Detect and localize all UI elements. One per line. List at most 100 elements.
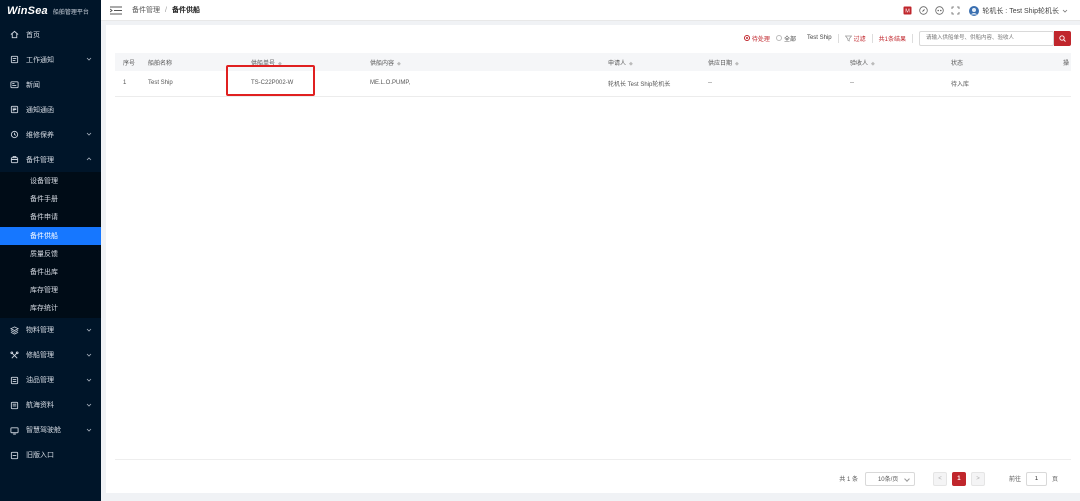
prev-page-button[interactable]: <	[932, 471, 947, 486]
sidebar-menu-lower: 物料管理 修船管理 油品管理 航海资料 智慧驾驶舱 旧版入口	[0, 318, 101, 468]
page-size-select[interactable]: 10条/页	[864, 471, 915, 486]
goto-label: 前往	[1008, 477, 1021, 483]
chevron-down-icon	[86, 402, 92, 408]
chevron-down-icon	[86, 352, 92, 358]
sidebar-subitem-application[interactable]: 备件申请	[0, 208, 101, 226]
sidebar-item-news[interactable]: 新闻	[0, 72, 101, 97]
sidebar-item-label: 首页	[26, 31, 40, 39]
column-header-status: 状态	[943, 53, 1055, 71]
column-label: 状态	[951, 60, 964, 67]
sidebar-subitem-statistics[interactable]: 库存统计	[0, 299, 101, 317]
navigation-icon	[10, 401, 19, 410]
dashboard-icon	[10, 426, 19, 435]
divider	[912, 33, 913, 43]
message-badge-icon[interactable]: M	[903, 6, 912, 15]
chevron-down-icon	[1062, 9, 1068, 13]
sidebar-item-label: 备件管理	[26, 156, 54, 164]
column-label: 供船单号	[251, 60, 276, 67]
home-icon	[10, 30, 19, 39]
network-icon[interactable]	[935, 6, 945, 15]
sort-icon[interactable]: ◆	[397, 61, 401, 67]
filter-button[interactable]: 过滤	[844, 34, 866, 43]
brand-name: WinSea	[7, 5, 48, 17]
ship-selector[interactable]: Test Ship	[807, 35, 832, 41]
chevron-down-icon	[86, 377, 92, 383]
sort-icon[interactable]: ◆	[871, 61, 875, 67]
sidebar-item-home[interactable]: 首页	[0, 22, 101, 47]
cell-status: 待入库	[951, 81, 970, 88]
sidebar-item-ship-repair[interactable]: 修船管理	[0, 343, 101, 368]
sidebar-item-materials[interactable]: 物料管理	[0, 318, 101, 343]
sidebar-item-smart-cockpit[interactable]: 智慧驾驶舱	[0, 418, 101, 443]
sidebar-menu: 首页 工作通知 新闻 通知通函 维修保养 备件管理	[0, 22, 101, 172]
column-label: 序号	[123, 60, 136, 67]
cell-actions[interactable]	[1055, 71, 1071, 96]
circular-icon	[10, 105, 19, 114]
breadcrumb-parent[interactable]: 备件管理	[132, 5, 160, 15]
page-number-current[interactable]: 1	[951, 471, 966, 486]
sidebar-item-label: 物料管理	[26, 327, 54, 334]
sidebar-item-oil[interactable]: 油品管理	[0, 368, 101, 393]
search-input[interactable]	[919, 30, 1054, 46]
radio-all[interactable]: 全部	[775, 34, 796, 43]
column-header-applicant[interactable]: 申请人 ◆	[600, 53, 700, 71]
column-header-order-no[interactable]: 供船单号 ◆	[243, 53, 362, 71]
legacy-icon	[10, 451, 19, 460]
radio-label: 全部	[783, 36, 796, 43]
sidebar-item-label: 通知通函	[26, 106, 54, 114]
column-header-actions: 操	[1055, 53, 1071, 71]
column-header-index: 序号	[115, 53, 140, 71]
filter-icon	[844, 35, 852, 42]
cell-order-no[interactable]: TS-C22P002-W	[243, 71, 362, 96]
sidebar-item-navigation-data[interactable]: 航海资料	[0, 393, 101, 418]
filter-label: 过滤	[853, 36, 866, 43]
sidebar-item-maintenance[interactable]: 维修保养	[0, 122, 101, 147]
sort-icon[interactable]: ◆	[278, 61, 282, 67]
radio-dot	[743, 35, 750, 41]
column-header-supply-date[interactable]: 供应日期 ◆	[700, 53, 842, 71]
radio-pending[interactable]: 待处理	[743, 34, 770, 43]
sidebar-subitem-supply[interactable]: 备件供船	[0, 226, 101, 245]
data-table: 序号 船舶名称 供船单号 ◆ 供船内容 ◆ 申请人 ◆ 供应日期 ◆ 验收人 ◆ 状态 操…	[115, 53, 1071, 97]
divider	[837, 33, 839, 43]
sidebar-item-label: 智慧驾驶舱	[26, 427, 61, 434]
sidebar-item-work-notice[interactable]: 工作通知	[0, 47, 101, 72]
sidebar-item-label: 新闻	[26, 81, 40, 89]
sidebar-item-label: 修船管理	[26, 352, 54, 359]
sidebar-item-spare-parts[interactable]: 备件管理	[0, 147, 101, 172]
user-name: 轮机长 : Test Ship轮机长	[982, 7, 1059, 15]
sort-icon[interactable]: ◆	[629, 61, 633, 67]
sidebar-subitem-inventory[interactable]: 库存管理	[0, 281, 101, 299]
table-row[interactable]: 1 Test Ship TS-C22P002-W ME.L.O.PUMP, 轮机…	[115, 71, 1071, 96]
menu-toggle-icon[interactable]	[110, 6, 122, 15]
sidebar-item-legacy[interactable]: 旧版入口	[0, 443, 101, 468]
cell-applicant: 轮机长 Test Ship轮机长	[608, 81, 671, 88]
compass-icon[interactable]	[919, 6, 929, 15]
notice-icon	[10, 55, 19, 64]
radio-dot	[775, 35, 782, 41]
column-header-inspector[interactable]: 验收人 ◆	[842, 53, 943, 71]
sidebar-subitem-equipment[interactable]: 设备管理	[0, 172, 101, 190]
user-menu[interactable]: 轮机长 : Test Ship轮机长	[969, 5, 1068, 16]
sidebar-subitem-manual[interactable]: 备件手册	[0, 190, 101, 208]
spareparts-icon	[10, 155, 19, 164]
search-button[interactable]	[1054, 30, 1071, 46]
sort-icon[interactable]: ◆	[735, 61, 739, 67]
sidebar: WinSea 船舶管理平台 首页 工作通知 新闻 通知通函 维修保养 备件管理	[0, 0, 101, 501]
chevron-down-icon	[86, 327, 92, 333]
breadcrumb: 备件管理 / 备件供船	[132, 5, 200, 15]
brand-subtitle: 船舶管理平台	[52, 9, 89, 16]
breadcrumb-current: 备件供船	[171, 7, 200, 14]
oil-icon	[10, 376, 19, 385]
sidebar-item-circular[interactable]: 通知通函	[0, 97, 101, 122]
cell-inspector: --	[850, 80, 854, 87]
sidebar-subitem-outbound[interactable]: 备件出库	[0, 263, 101, 281]
goto-page-input[interactable]	[1025, 471, 1047, 486]
logo[interactable]: WinSea 船舶管理平台	[0, 0, 101, 22]
fullscreen-icon[interactable]	[951, 6, 960, 15]
sidebar-subitem-quality[interactable]: 质量反馈	[0, 245, 101, 263]
next-page-button[interactable]: >	[970, 471, 985, 486]
materials-icon	[10, 325, 19, 335]
sidebar-item-label: 工作通知	[26, 56, 54, 64]
column-header-content[interactable]: 供船内容 ◆	[362, 53, 600, 71]
